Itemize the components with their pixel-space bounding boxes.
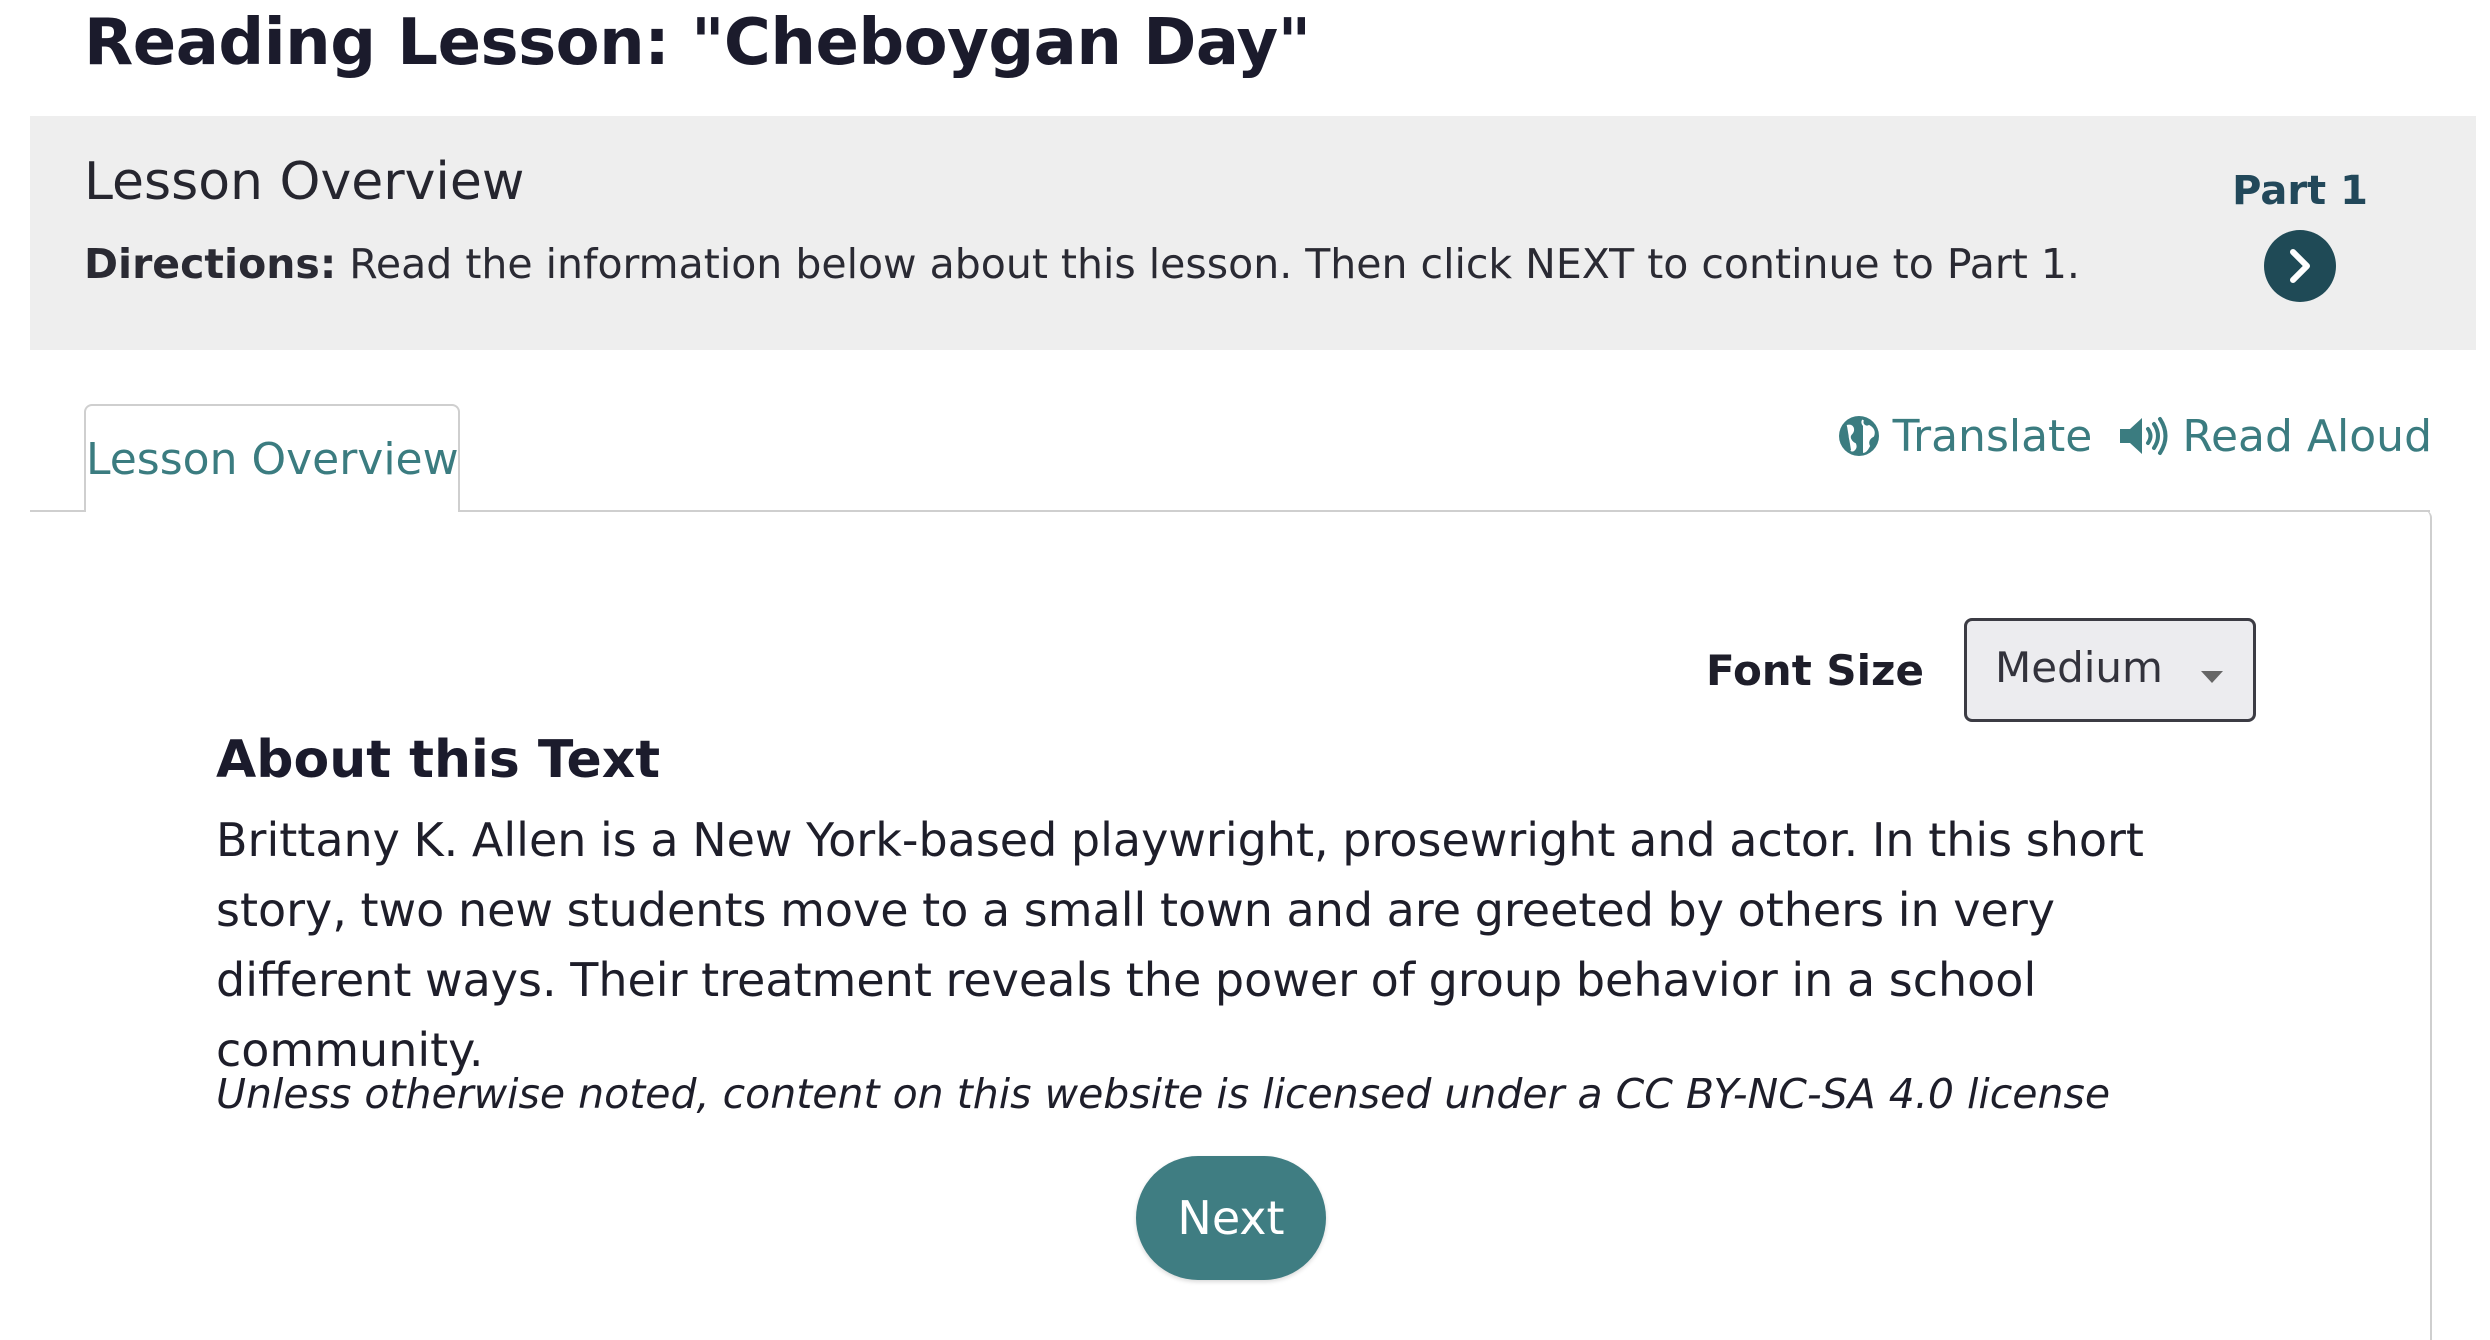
part-nav: Part 1	[2230, 168, 2370, 302]
font-size-select[interactable]: Medium	[1964, 618, 2256, 722]
translate-button[interactable]: Translate	[1837, 410, 2093, 462]
directions-body: Read the information below about this le…	[349, 240, 2080, 288]
tools-bar: Translate Read Aloud	[1837, 406, 2432, 466]
about-text: Brittany K. Allen is a New York-based pl…	[216, 813, 2144, 1077]
speaker-icon	[2120, 417, 2168, 455]
translate-label: Translate	[1892, 410, 2093, 462]
about-heading: About this Text	[216, 730, 661, 790]
read-aloud-label: Read Aloud	[2182, 410, 2432, 462]
font-size-control: Font Size Medium	[1706, 618, 2256, 722]
tab-lesson-overview[interactable]: Lesson Overview	[84, 404, 460, 512]
part-next-button[interactable]	[2264, 230, 2336, 302]
next-button[interactable]: Next	[1136, 1156, 1326, 1280]
directions-label: Directions:	[84, 240, 337, 288]
license-note: Unless otherwise noted, content on this …	[216, 1070, 2111, 1118]
lesson-overview-banner: Lesson Overview Directions: Read the inf…	[30, 116, 2476, 350]
part-label: Part 1	[2232, 168, 2368, 214]
globe-icon	[1838, 416, 1879, 456]
read-aloud-button[interactable]: Read Aloud	[2118, 411, 2432, 462]
directions-text: Directions: Read the information below a…	[84, 240, 2080, 288]
chevron-right-icon	[2290, 249, 2310, 283]
banner-heading: Lesson Overview	[84, 152, 525, 212]
font-size-label: Font Size	[1705, 645, 1924, 695]
font-size-value: Medium	[1995, 643, 2163, 692]
caret-down-icon	[2201, 671, 2223, 683]
page-title: Reading Lesson: "Cheboygan Day"	[84, 6, 1311, 80]
